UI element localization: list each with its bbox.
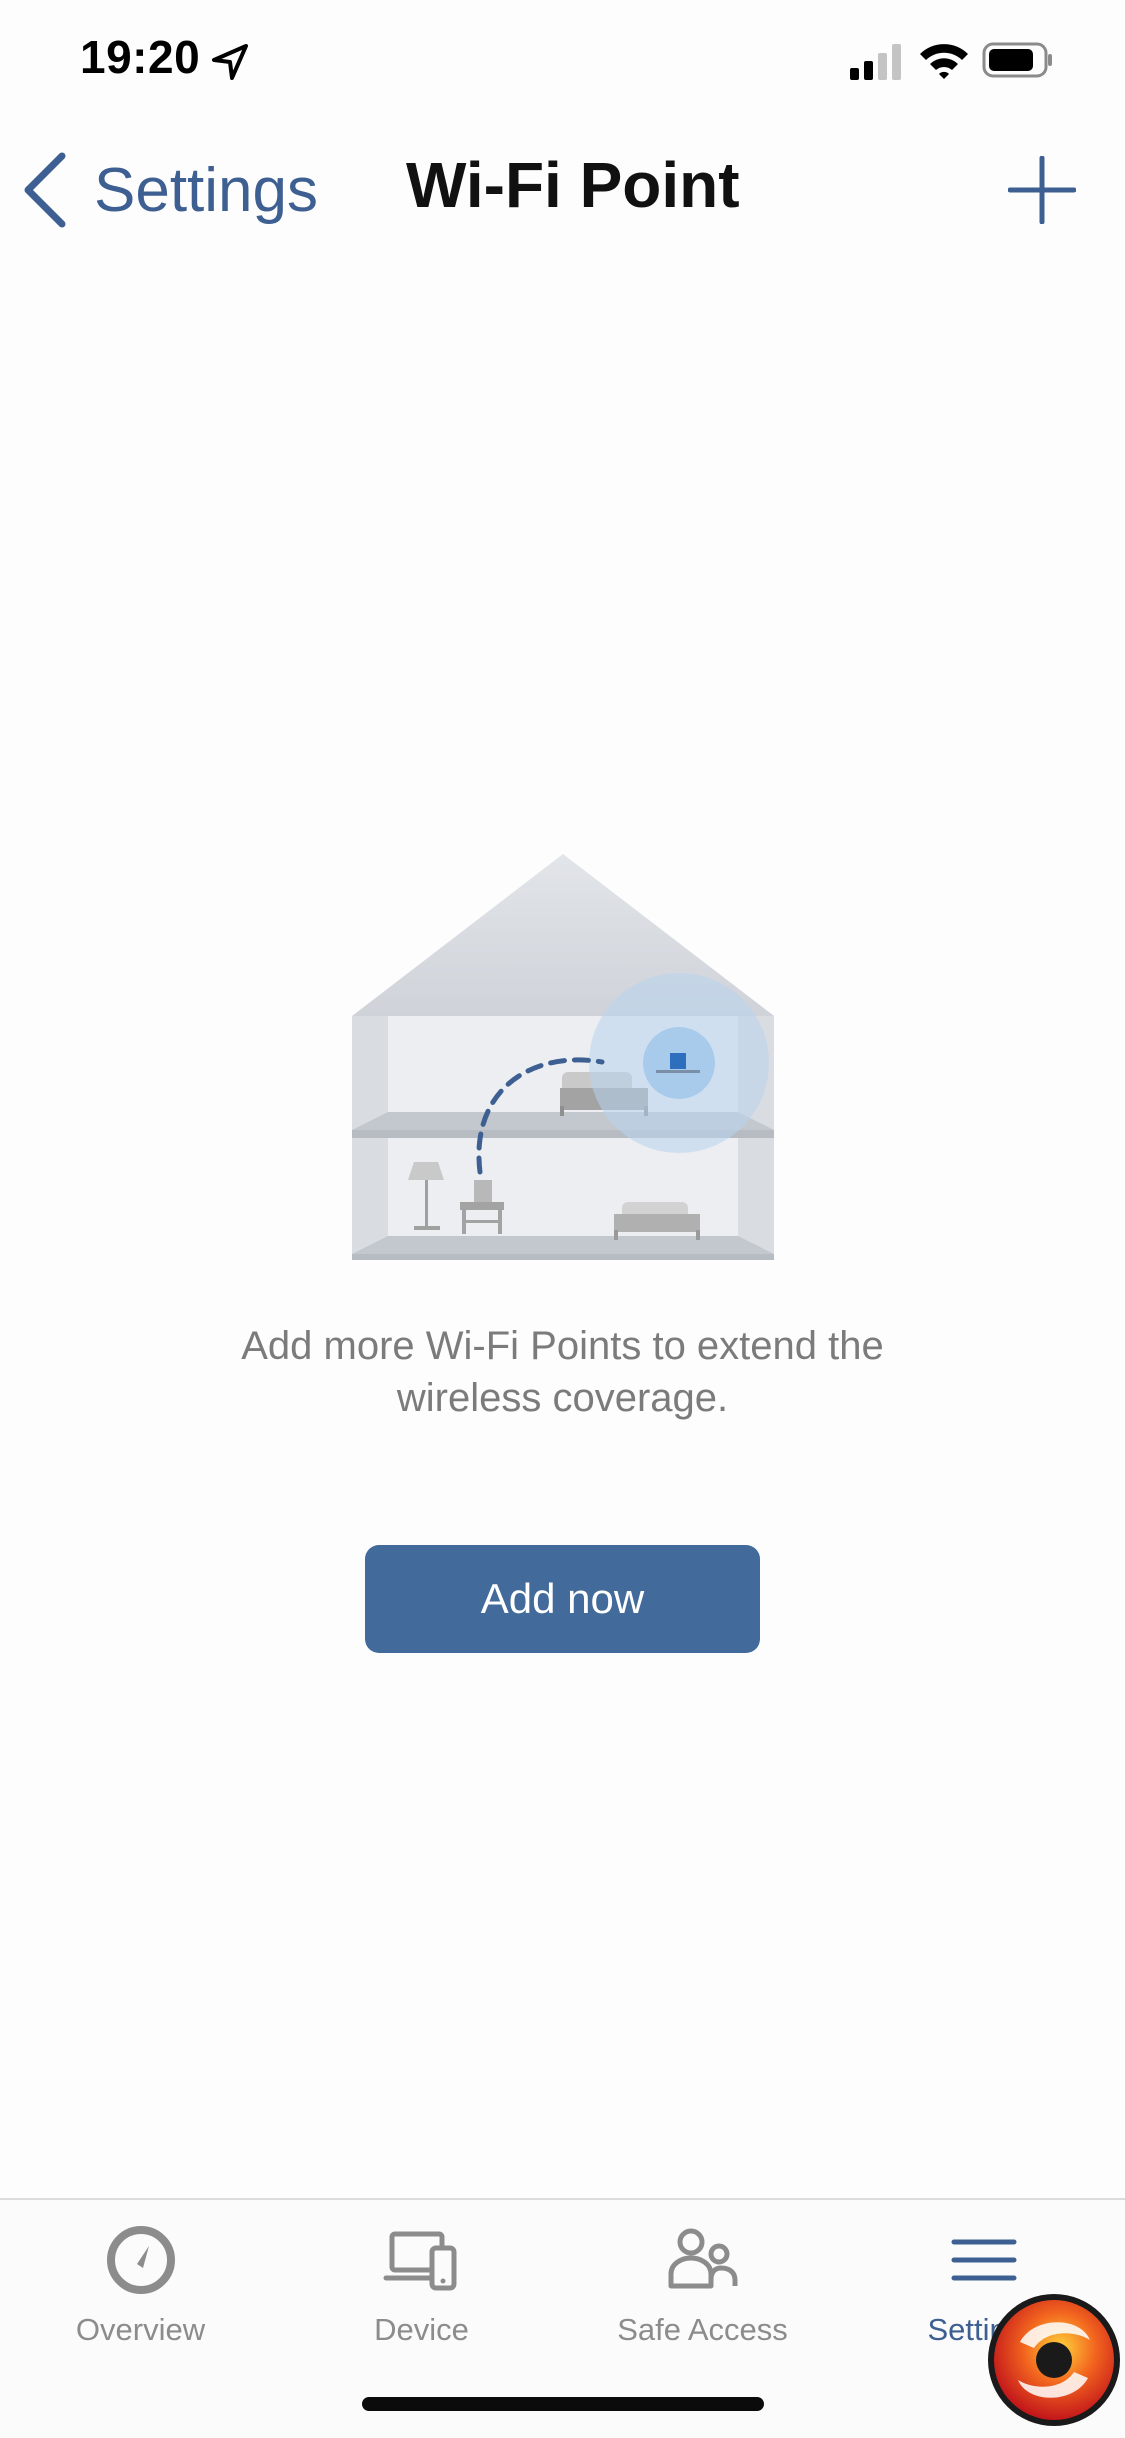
home-indicator — [362, 2397, 764, 2411]
devices-icon — [383, 2231, 456, 2291]
back-button[interactable]: Settings — [20, 150, 318, 230]
tab-device[interactable]: Device — [281, 2220, 562, 2370]
add-now-button[interactable]: Add now — [365, 1545, 760, 1653]
page-title: Wi-Fi Point — [406, 149, 740, 221]
navigation-bar: Settings Wi-Fi Point — [0, 130, 1125, 250]
house-illustration — [352, 854, 774, 1260]
location-arrow-icon — [212, 44, 248, 80]
tab-overview-label: Overview — [75, 2312, 206, 2347]
people-icon — [668, 2228, 737, 2289]
tab-overview[interactable]: Overview — [0, 2220, 281, 2370]
gauge-icon — [106, 2226, 175, 2294]
tab-safe-access-label: Safe Access — [617, 2312, 788, 2347]
status-time: 19:20 — [80, 31, 201, 83]
battery-icon — [982, 42, 1052, 78]
status-bar: 19:20 — [0, 0, 1125, 130]
tab-device-label: Device — [374, 2312, 469, 2347]
tab-safe-access[interactable]: Safe Access — [562, 2220, 843, 2370]
back-button-label: Settings — [94, 155, 319, 225]
watermark-logo — [988, 2294, 1120, 2426]
add-icon[interactable] — [1008, 156, 1076, 224]
wifi-status-icon — [920, 44, 968, 79]
empty-state-message: Add more Wi-Fi Points to extend the wire… — [150, 1320, 975, 1424]
message-line-2: wireless coverage. — [396, 1376, 729, 1420]
message-line-1: Add more Wi-Fi Points to extend the — [241, 1324, 884, 1368]
chevron-left-icon — [24, 152, 66, 228]
cellular-signal-icon — [850, 44, 901, 80]
